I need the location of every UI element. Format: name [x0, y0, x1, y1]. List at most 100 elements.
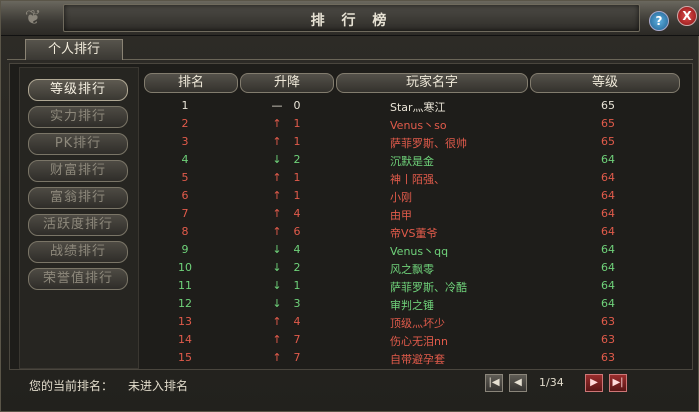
- change-arrow-icon: ↓: [272, 153, 282, 166]
- sidebar-item-level-ranking[interactable]: 等级排行: [28, 79, 128, 101]
- rank-cell: 8: [181, 225, 189, 238]
- table-row[interactable]: 7 ↑ 4 由甲 64: [142, 205, 682, 223]
- header-name[interactable]: 玩家名字: [336, 73, 528, 93]
- change-arrow-icon: ↓: [272, 243, 282, 256]
- sidebar-item-pk-ranking[interactable]: PK排行: [28, 133, 128, 155]
- level-cell: 63: [601, 333, 615, 346]
- sidebar-item-wealth-ranking[interactable]: 财富排行: [28, 160, 128, 182]
- player-name-cell: 审判之锤: [390, 299, 434, 312]
- window-title: 排 行 榜: [310, 13, 393, 29]
- change-cell: 1: [293, 135, 301, 148]
- player-name-cell: 顶级灬坏少: [390, 317, 445, 330]
- table-row[interactable]: 8 ↑ 6 帝VS董爷 64: [142, 223, 682, 241]
- player-name-cell: Star灬寒江: [390, 101, 446, 114]
- help-button[interactable]: ?: [649, 11, 669, 31]
- player-name-cell: 小刚: [390, 191, 412, 204]
- level-cell: 64: [601, 225, 615, 238]
- level-cell: 64: [601, 171, 615, 184]
- table-row[interactable]: 3 ↑ 1 萨菲罗斯、很帅 65: [142, 133, 682, 151]
- sidebar-item-rich-ranking[interactable]: 富翁排行: [28, 187, 128, 209]
- rank-cell: 4: [181, 153, 189, 166]
- change-cell: 4: [293, 207, 301, 220]
- tab-bar: 个人排行: [7, 37, 693, 60]
- player-name-cell: 由甲: [390, 209, 412, 222]
- player-name-cell: 神丨陌强、: [390, 173, 445, 186]
- player-name-cell: 萨菲罗斯、冷酷: [390, 281, 467, 294]
- table-row[interactable]: 6 ↑ 1 小刚 64: [142, 187, 682, 205]
- table-row[interactable]: 10 ↓ 2 风之飘零 64: [142, 259, 682, 277]
- right-wing-ornament-icon: [639, 3, 649, 31]
- level-cell: 65: [601, 135, 615, 148]
- table-row[interactable]: 1 — 0 Star灬寒江 65: [142, 97, 682, 115]
- title-plate: 排 行 榜: [63, 4, 640, 32]
- table-row[interactable]: 12 ↓ 3 审判之锤 64: [142, 295, 682, 313]
- ranking-table: 排名 升降 玩家名字 等级 1—0 Star灬寒江 65 2 ↑ 1 Venus丶so 65 3…: [142, 71, 682, 366]
- player-name-cell: 风之飘零: [390, 263, 434, 276]
- table-row[interactable]: 5 ↑ 1 神丨陌强、 64: [142, 169, 682, 187]
- player-name-cell: 萨菲罗斯、很帅: [390, 137, 467, 150]
- change-cell: 1: [293, 117, 301, 130]
- prev-page-button[interactable]: ◀: [509, 374, 527, 392]
- player-name-cell: 帝VS董爷: [390, 227, 438, 240]
- change-arrow-icon: ↓: [272, 297, 282, 310]
- level-cell: 65: [601, 117, 615, 130]
- left-wing-ornament-icon: ❦: [24, 5, 42, 29]
- level-cell: 64: [601, 279, 615, 292]
- table-row[interactable]: 11 ↓ 1 萨菲罗斯、冷酷 64: [142, 277, 682, 295]
- header-rank[interactable]: 排名: [144, 73, 238, 93]
- table-row[interactable]: 15 ↑ 7 自带避孕套 63: [142, 349, 682, 367]
- level-cell: 64: [601, 243, 615, 256]
- level-cell: 64: [601, 297, 615, 310]
- player-name-cell: 伤心无泪nn: [390, 335, 448, 348]
- rank-cell: 13: [178, 315, 192, 328]
- ranking-window: ❦ 排 行 榜 ? X 个人排行 等级排行 实力排行 PK排行 财富排行 富翁排…: [0, 0, 699, 412]
- change-cell: 4: [293, 315, 301, 328]
- table-row[interactable]: 13 ↑ 4 顶级灬坏少 63: [142, 313, 682, 331]
- level-cell: 64: [601, 189, 615, 202]
- level-cell: 65: [601, 99, 615, 112]
- change-arrow-icon: ↑: [272, 225, 282, 238]
- rank-cell: 9: [181, 243, 189, 256]
- rank-cell: 11: [178, 279, 192, 292]
- close-button[interactable]: X: [677, 6, 697, 26]
- change-arrow-icon: ↑: [272, 117, 282, 130]
- level-cell: 64: [601, 261, 615, 274]
- sidebar-item-activity-ranking[interactable]: 活跃度排行: [28, 214, 128, 236]
- sidebar-item-honor-ranking[interactable]: 荣誉值排行: [28, 268, 128, 290]
- level-cell: 63: [601, 351, 615, 364]
- rank-cell: 2: [181, 117, 189, 130]
- table-row[interactable]: 14 ↑ 7 伤心无泪nn 63: [142, 331, 682, 349]
- rank-cell: 6: [181, 189, 189, 202]
- last-page-button[interactable]: ▶|: [609, 374, 627, 392]
- change-cell: 2: [293, 261, 301, 274]
- sidebar-item-battle-ranking[interactable]: 战绩排行: [28, 241, 128, 263]
- header-change[interactable]: 升降: [240, 73, 334, 93]
- tab-personal-ranking[interactable]: 个人排行: [25, 39, 123, 60]
- next-page-button[interactable]: ▶: [585, 374, 603, 392]
- change-cell: 6: [293, 225, 301, 238]
- change-arrow-icon: ↑: [272, 333, 282, 346]
- change-cell: 4: [293, 243, 301, 256]
- change-arrow-icon: ↓: [272, 279, 282, 292]
- rank-cell: 3: [181, 135, 189, 148]
- current-rank-label: 您的当前排名：: [29, 379, 114, 393]
- table-row[interactable]: 9 ↓ 4 Venus丶qq 64: [142, 241, 682, 259]
- change-cell: 1: [293, 171, 301, 184]
- change-cell: 2: [293, 153, 301, 166]
- rank-cell: 15: [178, 351, 192, 364]
- sidebar-item-strength-ranking[interactable]: 实力排行: [28, 106, 128, 128]
- level-cell: 64: [601, 207, 615, 220]
- change-arrow-icon: ↑: [272, 315, 282, 328]
- level-cell: 63: [601, 315, 615, 328]
- rank-cell: 14: [178, 333, 192, 346]
- player-name-cell: Venus丶qq: [390, 245, 449, 258]
- first-page-button[interactable]: |◀: [485, 374, 503, 392]
- rank-cell: 12: [178, 297, 192, 310]
- table-row[interactable]: 2 ↑ 1 Venus丶so 65: [142, 115, 682, 133]
- change-arrow-icon: ↑: [272, 351, 282, 364]
- change-arrow-icon: —: [271, 99, 283, 112]
- change-cell: 1: [293, 189, 301, 202]
- table-row[interactable]: 4 ↓ 2 沉默是金 64: [142, 151, 682, 169]
- player-name-cell: 沉默是金: [390, 155, 434, 168]
- header-level[interactable]: 等级: [530, 73, 680, 93]
